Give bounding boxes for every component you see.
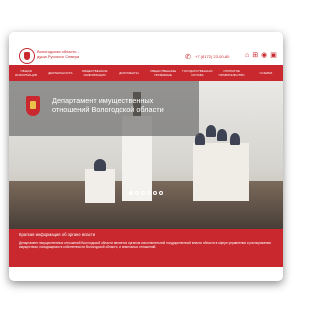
sitemap-icon[interactable]: ⊞ bbox=[252, 52, 258, 60]
hero-church-right bbox=[193, 143, 249, 201]
slider-dot[interactable] bbox=[147, 191, 151, 195]
brand-line-2: душа Русского Севера bbox=[37, 54, 80, 59]
slider-dots bbox=[129, 191, 163, 195]
header-icons: ⌂ ⊞ ◉ ▣ bbox=[245, 52, 277, 60]
info-section: Краткая информация об органе власти Депа… bbox=[9, 229, 283, 267]
department-overlay: Департамент имущественных отношений Воло… bbox=[9, 81, 199, 136]
eye-icon[interactable]: ◉ bbox=[261, 52, 267, 60]
slider-dot[interactable] bbox=[135, 191, 139, 195]
site-header: Вологодская область - душа Русского Севе… bbox=[9, 32, 283, 65]
hero-church-left bbox=[85, 169, 115, 203]
coat-of-arms-icon[interactable] bbox=[19, 48, 35, 64]
nav-item-activity[interactable]: ДЕЯТЕЛЬНОСТЬ bbox=[43, 65, 77, 81]
hero-dome bbox=[230, 133, 240, 145]
hero-dome bbox=[217, 129, 227, 141]
phone-icon: ✆ bbox=[185, 54, 191, 61]
print-icon[interactable]: ▣ bbox=[270, 52, 277, 60]
slider-dot[interactable] bbox=[159, 191, 163, 195]
nav-item-general-info[interactable]: ОБЩАЯ ИНФОРМАЦИЯ bbox=[9, 65, 43, 81]
nav-item-reception[interactable]: ОБЩЕСТВЕННЫЕ ПРИЁМНЫЕ bbox=[146, 65, 180, 81]
department-title-line-1: Департамент имущественных bbox=[52, 96, 154, 105]
home-icon[interactable]: ⌂ bbox=[245, 52, 249, 60]
nav-item-links[interactable]: ССЫЛКИ bbox=[249, 65, 283, 81]
nav-item-civil-service[interactable]: ГОСУДАРСТВЕННАЯ СЛУЖБА bbox=[180, 65, 214, 81]
nav-item-open-government[interactable]: ОТКРЫТОЕ ПРАВИТЕЛЬСТВО bbox=[215, 65, 249, 81]
hero-banner: Департамент имущественных отношений Воло… bbox=[9, 81, 283, 238]
main-nav: ОБЩАЯ ИНФОРМАЦИЯ ДЕЯТЕЛЬНОСТЬ ОБЩЕСТВЕНН… bbox=[9, 65, 283, 81]
hero-dome bbox=[206, 125, 216, 137]
info-title: Краткая информация об органе власти bbox=[19, 232, 96, 237]
department-title: Департамент имущественных отношений Воло… bbox=[52, 96, 197, 114]
info-text: Департамент имущественных отношений Воло… bbox=[19, 241, 271, 250]
phone-number[interactable]: +7 (8172) 23-00-80 bbox=[195, 54, 229, 59]
slider-dot[interactable] bbox=[141, 191, 145, 195]
slider-dot[interactable] bbox=[153, 191, 157, 195]
slider-dot[interactable] bbox=[129, 191, 133, 195]
hero-dome bbox=[94, 159, 106, 171]
brand-text[interactable]: Вологодская область - душа Русского Севе… bbox=[37, 49, 79, 59]
site-card: Вологодская область - душа Русского Севе… bbox=[9, 32, 283, 281]
nav-item-public-info[interactable]: ОБЩЕСТВЕННОЕ ИНФОРМАЦИЯ bbox=[78, 65, 112, 81]
vologda-emblem-icon bbox=[26, 96, 40, 116]
department-title-line-2: отношений Вологодской области bbox=[52, 105, 164, 114]
nav-item-documents[interactable]: ДОКУМЕНТЫ bbox=[112, 65, 146, 81]
